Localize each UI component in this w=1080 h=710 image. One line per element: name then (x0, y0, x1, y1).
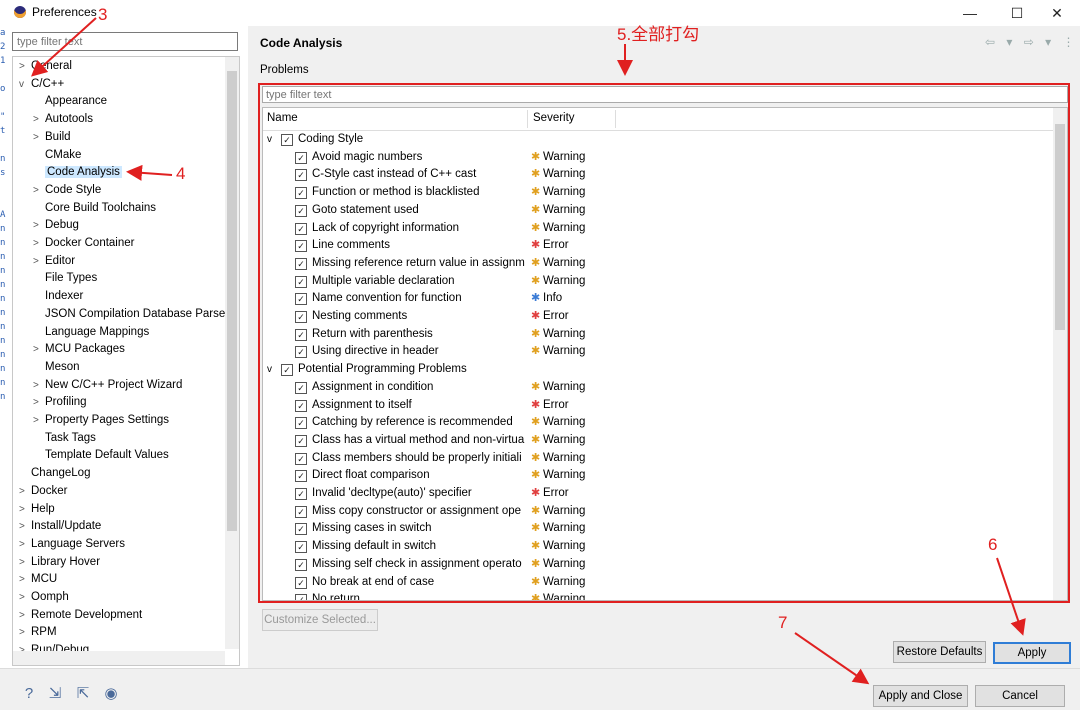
annotation-arrows (31, 17, 1026, 685)
